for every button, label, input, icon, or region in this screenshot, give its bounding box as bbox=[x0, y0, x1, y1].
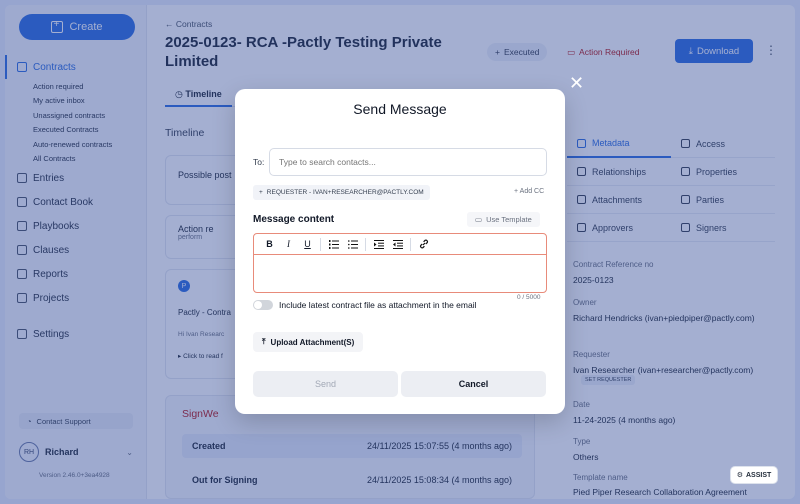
chip-label: REQUESTER - IVAN+RESEARCHER@PACTLY.COM bbox=[266, 189, 424, 196]
ordered-list-icon[interactable] bbox=[324, 234, 343, 255]
attach-toggle-label: Include latest contract file as attachme… bbox=[279, 300, 477, 310]
toolbar-divider bbox=[410, 237, 411, 251]
italic-button[interactable]: I bbox=[279, 234, 298, 255]
indent-icon[interactable] bbox=[369, 234, 388, 255]
use-template-label: Use Template bbox=[486, 215, 532, 224]
close-icon[interactable]: ✕ bbox=[569, 73, 584, 93]
toolbar-divider bbox=[365, 237, 366, 251]
recipient-chip[interactable]: + REQUESTER - IVAN+RESEARCHER@PACTLY.COM bbox=[253, 185, 430, 200]
outdent-icon[interactable] bbox=[388, 234, 407, 255]
message-textarea[interactable] bbox=[254, 255, 546, 293]
to-search-input[interactable] bbox=[269, 148, 547, 176]
upload-label: Upload Attachment(S) bbox=[270, 337, 355, 347]
upload-attachment-button[interactable]: ⤒ Upload Attachment(S) bbox=[253, 332, 364, 352]
underline-button[interactable]: U bbox=[298, 234, 317, 255]
template-icon: ▭ bbox=[475, 215, 483, 224]
link-icon[interactable] bbox=[414, 234, 433, 255]
send-button[interactable]: Send bbox=[253, 371, 398, 397]
bullet-list-icon[interactable] bbox=[343, 234, 362, 255]
editor-toolbar: B I U bbox=[254, 234, 546, 255]
attach-contract-row: Include latest contract file as attachme… bbox=[253, 300, 477, 310]
upload-icon: ⤒ bbox=[262, 337, 266, 346]
toolbar-divider bbox=[320, 237, 321, 251]
use-template-button[interactable]: ▭ Use Template bbox=[467, 212, 540, 227]
to-label: To: bbox=[253, 157, 265, 167]
character-counter: 0 / 5000 bbox=[517, 294, 541, 301]
message-editor: B I U bbox=[253, 233, 547, 293]
gear-icon: ⚙ bbox=[736, 472, 743, 479]
attach-contract-toggle[interactable] bbox=[253, 300, 273, 310]
plus-icon: + bbox=[259, 189, 263, 196]
dialog-title: Send Message bbox=[353, 101, 447, 117]
assist-label: ASSIST bbox=[745, 471, 772, 479]
message-content-label: Message content bbox=[253, 214, 335, 225]
assist-button[interactable]: ⚙ ASSIST bbox=[730, 466, 778, 484]
cancel-button[interactable]: Cancel bbox=[401, 371, 546, 397]
send-message-dialog: Send Message To: + REQUESTER - IVAN+RESE… bbox=[235, 89, 565, 414]
bold-button[interactable]: B bbox=[260, 234, 279, 255]
add-cc-link[interactable]: + Add CC bbox=[514, 188, 544, 195]
